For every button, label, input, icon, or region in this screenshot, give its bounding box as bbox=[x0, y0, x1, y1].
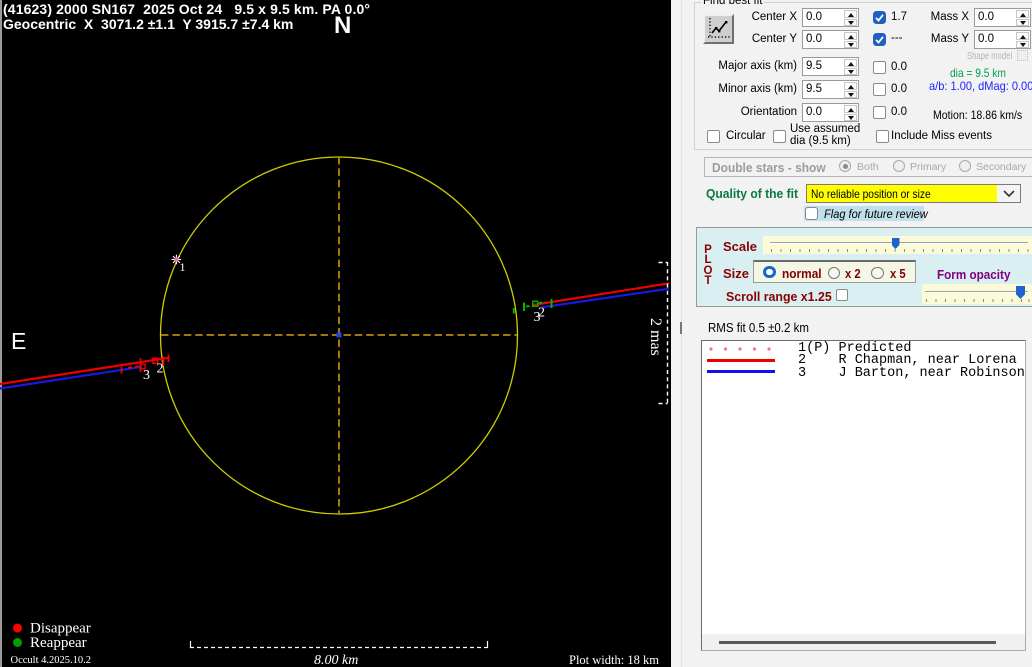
svg-text:1: 1 bbox=[180, 260, 186, 274]
svg-text:Geocentric X 3071.2 ±1.1 Y: Geocentric X 3071.2 ±1.1 Y 3915.7 ±7.4 k… bbox=[3, 16, 293, 32]
svg-text:3: 3 bbox=[143, 368, 150, 383]
svg-text:2 mas: 2 mas bbox=[647, 318, 664, 356]
svg-text:2: 2 bbox=[157, 362, 164, 377]
svg-text:N: N bbox=[334, 12, 351, 39]
svg-text:8.00 km: 8.00 km bbox=[314, 653, 358, 667]
svg-text:(41623) 2000 SN167 2025 Oct 2: (41623) 2000 SN167 2025 Oct 24 9.5 x 9.5… bbox=[3, 1, 370, 17]
svg-text:Plot width: 18 km: Plot width: 18 km bbox=[569, 653, 659, 667]
svg-text:3: 3 bbox=[534, 310, 541, 325]
svg-text:Reappear: Reappear bbox=[30, 635, 87, 651]
svg-text:E: E bbox=[11, 328, 26, 354]
svg-text:Occult 4.2025.10.2: Occult 4.2025.10.2 bbox=[11, 655, 92, 666]
